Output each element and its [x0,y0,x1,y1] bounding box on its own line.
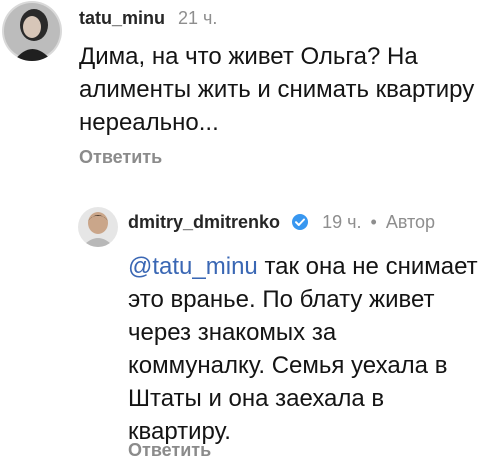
avatar-tatu-minu[interactable] [2,1,62,61]
comment-header: tatu_minu 21 ч. [79,8,217,28]
avatar-dmitry-dmitrenko[interactable] [78,207,118,247]
comment-time: 21 ч. [178,8,218,28]
comment-header: dmitry_dmitrenko 19 ч. • Автор [128,212,435,235]
username[interactable]: dmitry_dmitrenko [128,212,280,232]
comment-text-body: так она не снимает это вранье. По блату … [128,253,478,445]
reply-button[interactable]: Ответить [128,440,211,461]
username[interactable]: tatu_minu [79,8,165,28]
reply-button[interactable]: Ответить [79,147,162,168]
comment-time: 19 ч. [322,212,362,232]
comment-text: Дима, на что живет Ольга? На алименты жи… [79,43,475,136]
mention-link[interactable]: @tatu_minu [128,253,258,280]
comment-text: @tatu_minu так она не снимает это вранье… [128,250,478,448]
author-label: Автор [385,212,436,232]
separator-dot: • [370,212,377,232]
verified-badge-icon [291,213,309,235]
